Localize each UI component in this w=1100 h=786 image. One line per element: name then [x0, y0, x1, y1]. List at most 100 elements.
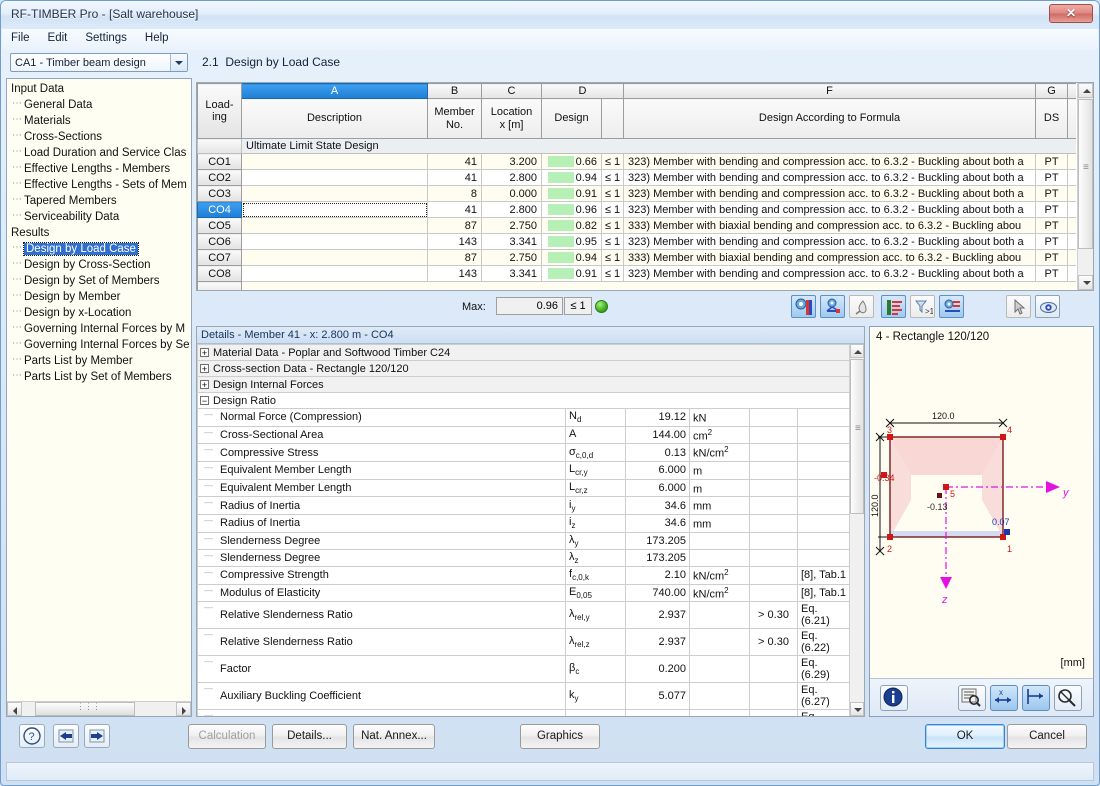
- sidebar-item-governing-forces-by-member[interactable]: Governing Internal Forces by M: [7, 320, 191, 337]
- teardrop-icon[interactable]: [849, 295, 874, 318]
- scrollbar-thumb[interactable]: [1078, 99, 1093, 249]
- row-design[interactable]: 0.91: [541, 185, 602, 202]
- calculation-button[interactable]: Calculation: [188, 724, 266, 749]
- row-description[interactable]: [241, 249, 428, 266]
- col-letter-c[interactable]: C: [481, 83, 542, 99]
- row-design[interactable]: 0.94: [541, 169, 602, 186]
- details-row[interactable]: Factor βc 0.200 Eq. (6.29): [197, 655, 849, 684]
- sidebar-item-parts-list-by-member[interactable]: Parts List by Member: [7, 352, 191, 369]
- row-empty[interactable]: [240, 281, 1076, 290]
- row-description[interactable]: [241, 169, 428, 186]
- sidebar-item-design-by-cross-section[interactable]: Design by Cross-Section: [7, 256, 191, 273]
- row-formula[interactable]: 323) Member with bending and compression…: [623, 265, 1037, 282]
- row-loading[interactable]: CO7: [197, 249, 242, 266]
- cross-section-graphics-panel[interactable]: 4 - Rectangle 120/120 120.0 120.0 y z 3 …: [869, 326, 1094, 717]
- design-case-combo[interactable]: CA1 - Timber beam design: [10, 53, 188, 72]
- col-header-compare[interactable]: [600, 98, 625, 139]
- col-letter-d[interactable]: D: [540, 83, 625, 99]
- row-description[interactable]: [241, 185, 428, 202]
- details-section-row[interactable]: + Material Data - Poplar and Softwood Tim…: [197, 344, 849, 361]
- row-member[interactable]: 143: [427, 265, 482, 282]
- details-row[interactable]: Relative Slenderness Ratio λrel,z 2.937 …: [197, 628, 849, 657]
- row-location[interactable]: 3.341: [481, 233, 542, 250]
- scroll-left-icon[interactable]: [7, 702, 22, 716]
- details-row[interactable]: Radius of Inertia iz 34.6 mm: [197, 513, 849, 533]
- row-ldc[interactable]: Short-term: [1067, 201, 1076, 218]
- sidebar-item-design-by-load-case[interactable]: Design by Load Case: [7, 240, 191, 257]
- scroll-right-icon[interactable]: [176, 702, 191, 716]
- row-location[interactable]: 0.000: [481, 185, 542, 202]
- row-member[interactable]: 143: [427, 233, 482, 250]
- table-row[interactable]: CO3 8 0.000 0.91 ≤ 1 323) Member with be…: [197, 185, 1076, 202]
- details-section-row[interactable]: − Design Ratio: [197, 392, 849, 409]
- details-row[interactable]: Compressive Stress σc,0,d 0.13 kN/cm2: [197, 443, 849, 462]
- sidebar-item-effective-lengths-sets[interactable]: Effective Lengths - Sets of Mem: [7, 176, 191, 193]
- row-design[interactable]: 0.91: [541, 265, 602, 282]
- row-formula[interactable]: 323) Member with bending and compression…: [623, 153, 1037, 170]
- details-section-internal-forces[interactable]: + Design Internal Forces: [197, 376, 849, 393]
- row-ds[interactable]: PT: [1035, 201, 1069, 218]
- chevron-down-icon[interactable]: [170, 54, 187, 71]
- details-row[interactable]: Auxiliary Buckling Coefficient ky 5.077 …: [197, 682, 849, 711]
- sidebar-item-load-duration[interactable]: Load Duration and Service Clas: [7, 144, 191, 161]
- col-letter-h[interactable]: H: [1067, 83, 1076, 99]
- row-loading[interactable]: CO5: [197, 217, 242, 234]
- row-ldc[interactable]: Short-term: [1067, 185, 1076, 202]
- row-loading[interactable]: [197, 281, 242, 290]
- col-header-description[interactable]: Description: [241, 98, 428, 139]
- row-loading[interactable]: CO3: [197, 185, 242, 202]
- view-eye-icon[interactable]: [1035, 295, 1060, 318]
- details-section-design-ratio[interactable]: − Design Ratio: [197, 392, 849, 409]
- table-row[interactable]: CO7 87 2.750 0.94 ≤ 1 333) Member with b…: [197, 249, 1076, 266]
- table-row[interactable]: CO2 41 2.800 0.94 ≤ 1 323) Member with b…: [197, 169, 1076, 186]
- row-loading[interactable]: CO8: [197, 265, 242, 282]
- row-formula[interactable]: 323) Member with bending and compression…: [623, 233, 1037, 250]
- row-ldc[interactable]: Short-term: [1067, 233, 1076, 250]
- expand-icon[interactable]: +: [200, 364, 209, 374]
- col-header-formula[interactable]: Design According to Formula: [623, 98, 1037, 139]
- details-row[interactable]: Slenderness Degree λy 173.205: [197, 531, 849, 550]
- row-ldc[interactable]: Short-term: [1067, 217, 1076, 234]
- row-member[interactable]: 41: [427, 153, 482, 170]
- col-header-ds[interactable]: DS: [1035, 98, 1069, 139]
- sidebar-item-parts-list-by-set[interactable]: Parts List by Set of Members: [7, 368, 191, 385]
- sidebar-item-design-by-set-of-members[interactable]: Design by Set of Members: [7, 272, 191, 289]
- col-header-member-no[interactable]: Member No.: [427, 98, 482, 139]
- row-design[interactable]: 0.95: [541, 233, 602, 250]
- menu-item-file[interactable]: File: [2, 29, 39, 47]
- filter-gt1-icon[interactable]: >1: [910, 295, 935, 318]
- result-diagram-icon[interactable]: [791, 295, 816, 318]
- zoom-reset-icon[interactable]: [1054, 685, 1082, 711]
- result-table-icon[interactable]: [881, 295, 906, 318]
- sidebar-item-general-data[interactable]: General Data: [7, 96, 191, 113]
- details-section-row[interactable]: + Cross-section Data - Rectangle 120/120: [197, 360, 849, 377]
- expand-icon[interactable]: +: [200, 380, 209, 390]
- row-ds[interactable]: PT: [1035, 153, 1069, 170]
- help-icon[interactable]: ?: [19, 724, 45, 748]
- row-ds[interactable]: PT: [1035, 185, 1069, 202]
- row-ldc[interactable]: Permanent: [1067, 153, 1076, 170]
- result-colors-icon[interactable]: [939, 295, 964, 318]
- col-header-loading[interactable]: Load-ing: [197, 83, 242, 139]
- details-row[interactable]: Cross-Sectional Area A 144.00 cm2: [197, 425, 849, 445]
- table-row[interactable]: CO8 143 3.341 0.91 ≤ 1 323) Member with …: [197, 265, 1076, 282]
- pointer-pick-icon[interactable]: [1006, 295, 1031, 318]
- col-letter-a[interactable]: A: [241, 83, 428, 99]
- row-loading[interactable]: CO1: [197, 153, 242, 170]
- details-section-row[interactable]: + Design Internal Forces: [197, 376, 849, 393]
- scroll-down-icon[interactable]: [1078, 275, 1093, 290]
- scroll-up-icon[interactable]: [850, 344, 864, 358]
- row-formula[interactable]: 323) Member with bending and compression…: [623, 169, 1037, 186]
- row-loading[interactable]: CO6: [197, 233, 242, 250]
- row-ds[interactable]: PT: [1035, 249, 1069, 266]
- table-row-selected[interactable]: CO4 41 2.800 0.96 ≤ 1 323) Member with b…: [197, 201, 1076, 218]
- previous-icon[interactable]: [53, 724, 79, 748]
- row-description[interactable]: [241, 217, 428, 234]
- col-header-design[interactable]: Design: [541, 98, 602, 139]
- tree-group-input-data[interactable]: Input Data: [7, 81, 191, 97]
- graphics-button[interactable]: Graphics: [520, 724, 600, 749]
- row-ds[interactable]: PT: [1035, 169, 1069, 186]
- col-letter-g[interactable]: G: [1035, 83, 1069, 99]
- results-table[interactable]: Load-ing A B C D F G H Description Membe…: [197, 83, 1076, 290]
- info-icon[interactable]: [880, 685, 908, 711]
